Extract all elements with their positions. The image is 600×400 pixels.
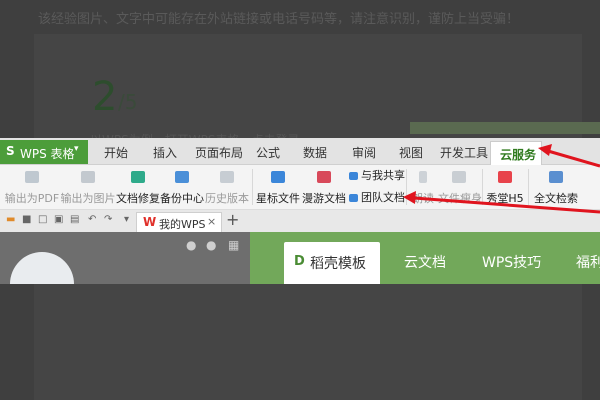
undo-icon[interactable]: ↶ (88, 214, 96, 225)
team-docs-label: 团队文档 (361, 191, 405, 204)
history-icon (220, 171, 234, 183)
pdf-icon (25, 171, 39, 183)
tab-docer-templates[interactable]: D 稻壳模板 (284, 242, 380, 284)
show-h5-label: 秀堂H5 (486, 192, 524, 205)
app-menu-button[interactable]: S WPS 表格 ▾ (0, 140, 88, 164)
full-text-search-button[interactable]: 全文检索 (531, 165, 581, 209)
preview-icon[interactable]: ▤ (70, 214, 79, 225)
doc-slim-button[interactable]: 文件瘦身 (438, 165, 482, 209)
backup-center-button[interactable]: 备份中心 (160, 165, 204, 209)
roaming-docs-button[interactable]: 漫游文档 (302, 165, 346, 209)
toolbar-divider (406, 169, 407, 205)
apps-grid-icon[interactable]: ▦ (228, 238, 239, 252)
export-icon[interactable]: □ (38, 214, 47, 225)
tab-cloud-service-label: 云服务 (500, 148, 537, 162)
wps-window: S WPS 表格 ▾ 开始 插入 页面布局 公式 数据 审阅 视图 开发工具 云… (0, 138, 600, 284)
search-icon (549, 171, 563, 183)
toolbar-divider (252, 169, 253, 205)
wps-home-icon: W (143, 215, 157, 229)
nav-benefits[interactable]: 福利 (576, 252, 600, 272)
tab-home[interactable]: 开始 (104, 144, 128, 161)
roaming-folder-icon (317, 171, 331, 183)
toolbar-divider (482, 169, 483, 205)
tab-formulas[interactable]: 公式 (256, 144, 280, 161)
doc-repair-label: 文档修复 (116, 192, 160, 205)
step-thumbnail (410, 122, 600, 134)
print-icon[interactable]: ▣ (54, 214, 63, 225)
wps-logo-icon: S (6, 144, 15, 158)
roaming-docs-label: 漫游文档 (302, 192, 346, 205)
ribbon-tab-bar: S WPS 表格 ▾ 开始 插入 页面布局 公式 数据 审阅 视图 开发工具 云… (0, 138, 600, 165)
shared-with-me-label: 与我共享 (361, 169, 405, 182)
app-name: WPS 表格 (20, 147, 75, 161)
doc-repair-button[interactable]: 文档修复 (116, 165, 160, 209)
history-version-label: 历史版本 (205, 192, 249, 205)
tab-view[interactable]: 视图 (399, 144, 423, 161)
team-icon (349, 194, 358, 202)
history-version-button[interactable]: 历史版本 (204, 165, 250, 209)
docer-logo-icon: D (294, 254, 305, 269)
repair-icon (131, 171, 145, 183)
export-image-button[interactable]: 输出为图片 (60, 165, 116, 209)
risk-notice: 该经验图片、文字中可能存在外站链接或电话号码等，请注意识别，谨防上当受骗！ (38, 12, 520, 27)
redo-icon[interactable]: ↷ (104, 214, 112, 225)
microphone-icon (419, 171, 427, 183)
tab-review[interactable]: 审阅 (352, 144, 376, 161)
tab-docer-label: 稻壳模板 (310, 256, 366, 272)
read-aloud-label: 朗读 (412, 192, 434, 205)
starred-files-label: 星标文件 (256, 192, 300, 205)
ribbon-toolbar: 输出为PDF 输出为图片 文档修复 备份中心 历史版本 星标文件 漫游文档 与我… (0, 165, 600, 210)
share-icon (349, 172, 358, 180)
shared-with-me-button[interactable]: 与我共享 (349, 167, 405, 183)
backup-icon (175, 171, 189, 183)
h5-icon (498, 171, 512, 183)
read-aloud-button[interactable]: 朗读 (408, 165, 438, 209)
document-tab-bar: ▬ ■ □ ▣ ▤ ↶ ↷ ▾ W 我的WPS × + (0, 210, 600, 233)
chat-icon[interactable]: ● (206, 238, 216, 252)
lock-icon[interactable]: ● (186, 238, 196, 252)
image-icon (81, 171, 95, 183)
export-pdf-button[interactable]: 输出为PDF (4, 165, 60, 209)
account-pane: ● ● ▦ (0, 232, 250, 284)
chevron-down-icon[interactable]: ▾ (74, 144, 86, 154)
tab-cloud-service[interactable]: 云服务 (490, 141, 542, 165)
export-pdf-label: 输出为PDF (4, 192, 60, 205)
toolbar-divider (528, 169, 529, 205)
star-folder-icon (271, 171, 285, 183)
step-number: 2 (92, 74, 118, 120)
nav-cloud-docs[interactable]: 云文档 (404, 252, 446, 272)
nav-wps-tips[interactable]: WPS技巧 (482, 252, 541, 272)
show-h5-button[interactable]: 秀堂H5 (485, 165, 525, 209)
team-docs-button[interactable]: 团队文档 (349, 189, 405, 205)
new-tab-button[interactable]: + (226, 210, 239, 229)
dropdown-icon[interactable]: ▾ (124, 214, 129, 225)
home-header: D 稻壳模板 云文档 WPS技巧 福利 (250, 232, 600, 284)
tab-developer[interactable]: 开发工具 (440, 144, 488, 161)
tab-data[interactable]: 数据 (303, 144, 327, 161)
avatar[interactable] (10, 252, 74, 284)
tab-page-layout[interactable]: 页面布局 (195, 144, 243, 161)
backup-center-label: 备份中心 (160, 192, 204, 205)
doc-slim-label: 文件瘦身 (438, 192, 482, 205)
tab-my-wps[interactable]: W 我的WPS × (136, 212, 222, 233)
step-total: /5 (118, 90, 138, 114)
starred-files-button[interactable]: 星标文件 (256, 165, 300, 209)
export-image-label: 输出为图片 (60, 192, 116, 205)
save-icon[interactable]: ■ (22, 214, 31, 225)
open-folder-icon[interactable]: ▬ (6, 214, 15, 225)
tab-my-wps-label: 我的WPS (159, 218, 206, 231)
tab-insert[interactable]: 插入 (153, 144, 177, 161)
full-text-search-label: 全文检索 (534, 192, 578, 205)
close-icon[interactable]: × (207, 215, 216, 228)
slim-icon (452, 171, 466, 183)
